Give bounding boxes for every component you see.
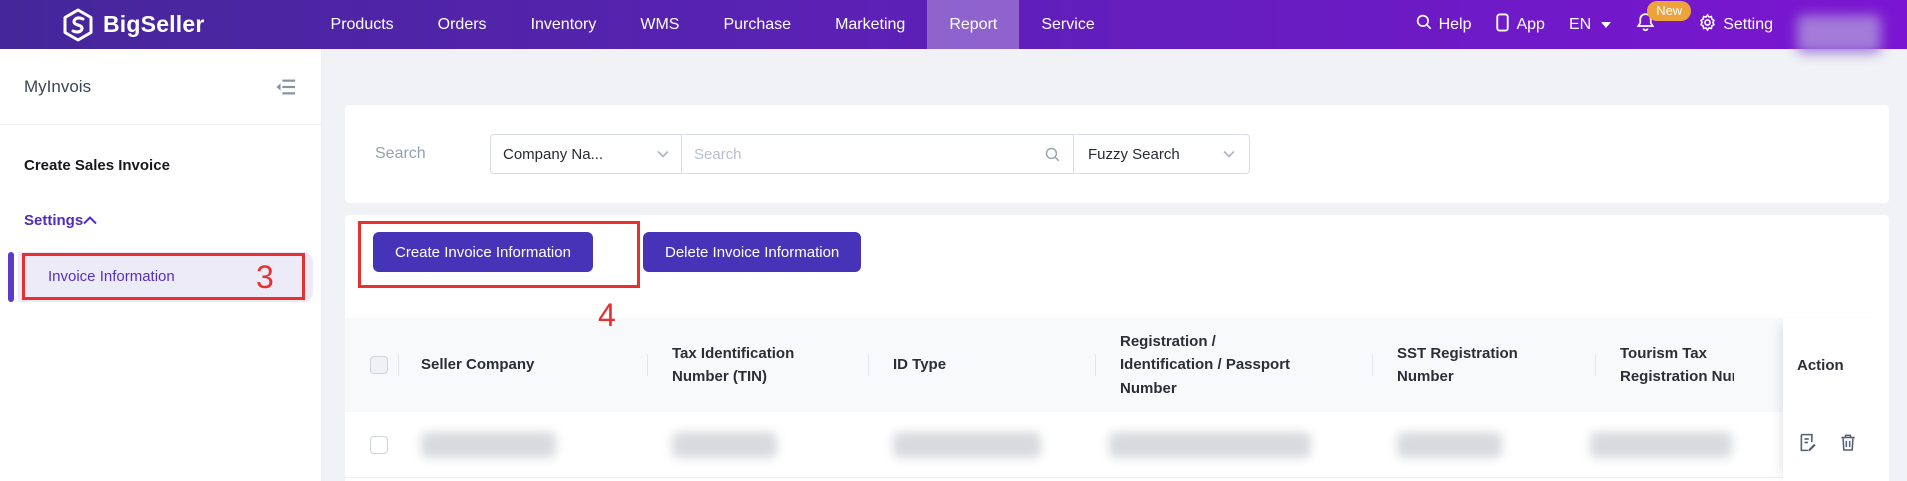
chevron-up-icon [83, 212, 97, 229]
search-input-wrap [681, 134, 1074, 174]
sidebar-header: MyInvois [0, 49, 321, 125]
search-mode-select[interactable]: Fuzzy Search [1073, 134, 1250, 174]
col-action: Action [1797, 356, 1844, 374]
column-separator [1595, 354, 1596, 376]
redacted-tourism-tax-number [1590, 432, 1732, 458]
redacted-id-type [893, 432, 1041, 458]
user-account-redacted[interactable] [1797, 14, 1881, 53]
redacted-seller-company [421, 432, 556, 458]
annotation-number-3: 3 [256, 259, 274, 295]
row-checkbox[interactable] [370, 436, 388, 454]
help-link[interactable]: Help [1415, 13, 1471, 36]
select-all-cell [370, 318, 388, 412]
col-id-type: ID Type [893, 356, 947, 374]
chevron-down-icon [657, 150, 669, 158]
table-header: Seller Company Tax Identification Number… [345, 318, 1889, 412]
delete-invoice-information-button[interactable]: Delete Invoice Information [643, 232, 862, 272]
brand-logo[interactable]: BigSeller [62, 8, 205, 42]
col-tourism-tax: Tourism Tax Registration Number [1620, 344, 1734, 385]
brand-name: BigSeller [103, 11, 205, 37]
annotation-box-4 [358, 221, 640, 288]
nav-item-orders[interactable]: Orders [416, 0, 509, 49]
column-separator [398, 354, 399, 376]
main-menu: Products Orders Inventory WMS Purchase M… [309, 0, 1117, 49]
column-separator [1372, 354, 1373, 376]
col-tin: Tax Identification Number (TIN) [672, 344, 795, 385]
language-selector[interactable]: EN [1569, 16, 1612, 34]
phone-icon [1495, 12, 1510, 37]
column-separator [647, 354, 648, 376]
column-separator [1095, 354, 1096, 376]
col-registration: Registration / Identification / Passport… [1120, 333, 1291, 397]
nav-item-inventory[interactable]: Inventory [509, 0, 619, 49]
nav-item-products[interactable]: Products [309, 0, 416, 49]
search-input[interactable] [694, 145, 1044, 163]
caret-down-icon [1601, 21, 1612, 28]
redacted-sst-number [1397, 432, 1502, 458]
notifications-bell[interactable]: New [1635, 1, 1692, 38]
column-separator [868, 354, 869, 376]
menu-fold-icon[interactable] [275, 77, 297, 97]
nav-item-report[interactable]: Report [927, 0, 1020, 49]
bigseller-hexagon-icon [62, 8, 94, 42]
select-all-checkbox[interactable] [370, 356, 388, 374]
nav-right-cluster: Help App EN New Setting [1415, 0, 1881, 53]
nav-item-wms[interactable]: WMS [618, 0, 701, 49]
table-row[interactable] [345, 412, 1889, 478]
top-navigation: BigSeller Products Orders Inventory WMS … [0, 0, 1907, 53]
search-input-group: Company Na... Fuzzy Search [490, 134, 1250, 174]
sidebar: MyInvois Create Sales Invoice Settings I… [0, 49, 322, 481]
active-item-indicator [8, 252, 14, 302]
action-column: Action [1783, 318, 1889, 481]
search-panel: Search Company Na... Fuzzy Search [345, 105, 1889, 203]
trash-icon[interactable] [1838, 432, 1858, 453]
chevron-down-icon [1223, 150, 1235, 158]
nav-item-marketing[interactable]: Marketing [813, 0, 927, 49]
sidebar-item-create-sales-invoice[interactable]: Create Sales Invoice [24, 157, 170, 174]
edit-icon[interactable] [1797, 432, 1818, 453]
redacted-registration-number [1109, 432, 1311, 458]
magnifier-icon[interactable] [1044, 146, 1061, 163]
search-label: Search [375, 145, 426, 162]
row-actions [1783, 432, 1889, 453]
col-sst: SST Registration Number [1397, 344, 1518, 385]
gear-icon [1698, 13, 1717, 37]
app-link[interactable]: App [1495, 12, 1545, 37]
sidebar-title: MyInvois [24, 76, 92, 96]
setting-link[interactable]: Setting [1698, 13, 1773, 37]
invoice-table-panel: Create Invoice Information Delete Invoic… [345, 215, 1889, 481]
new-badge: New [1647, 1, 1692, 21]
annotation-number-4: 4 [598, 297, 616, 333]
search-icon [1415, 13, 1433, 36]
nav-item-purchase[interactable]: Purchase [701, 0, 813, 49]
sidebar-group-settings[interactable]: Settings [24, 212, 297, 229]
nav-item-service[interactable]: Service [1019, 0, 1116, 49]
redacted-tin [672, 432, 777, 458]
search-field-select[interactable]: Company Na... [490, 134, 682, 174]
